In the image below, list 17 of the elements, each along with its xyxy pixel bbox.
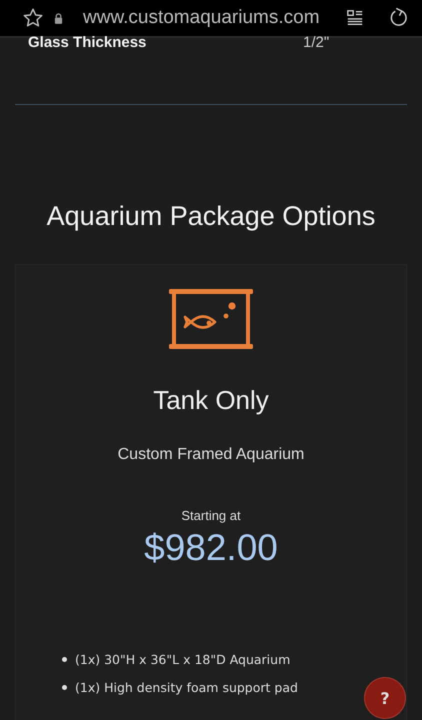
spec-label: Glass Thickness [28,34,148,50]
bullet-icon [62,684,67,690]
reload-icon[interactable] [388,7,410,29]
package-subtitle: Custom Framed Aquarium [118,446,304,464]
section-title: Aquarium Package Options [46,201,376,232]
aquarium-icon [169,289,253,349]
bullet-icon [62,656,67,662]
package-item: (1x) High density foam support pad [75,680,298,694]
package-name: Tank Only [153,385,269,416]
star-icon[interactable] [22,7,44,29]
price: $982.00 [144,527,278,569]
lock-icon [54,12,63,24]
reader-mode-icon[interactable] [346,9,364,27]
package-item: (1x) 30"H x 36"L x 18"D Aquarium [75,652,290,666]
spec-value: 1/2" [303,34,330,50]
price-label: Starting at [181,508,241,523]
url-text[interactable]: www.customaquariums.com [83,7,346,29]
